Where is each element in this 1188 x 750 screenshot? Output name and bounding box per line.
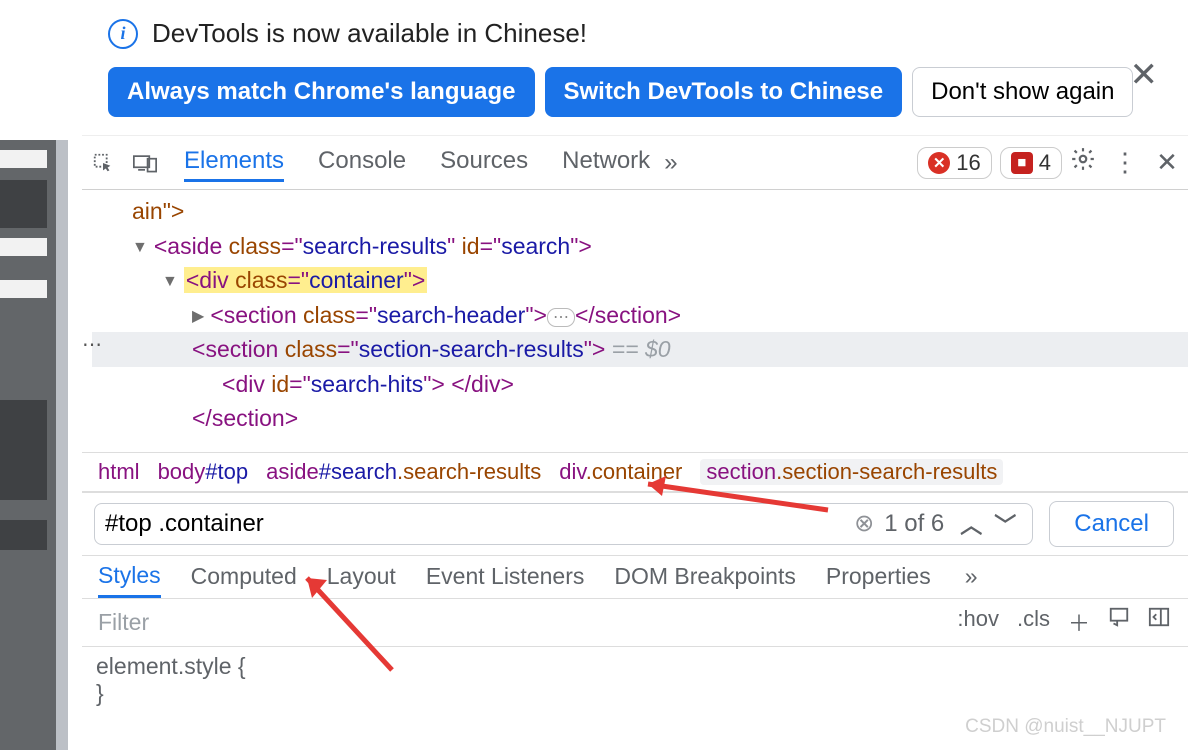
issue-count: 4 (1039, 150, 1051, 176)
inspect-icon[interactable] (82, 152, 124, 174)
toggle-sidebar-icon[interactable] (1148, 606, 1170, 638)
subtab-styles[interactable]: Styles (98, 562, 161, 598)
device-toggle-icon[interactable] (124, 153, 166, 173)
crumb-body[interactable]: body#top (158, 459, 249, 485)
styles-filter-input[interactable] (82, 599, 939, 646)
cls-toggle[interactable]: .cls (1017, 606, 1050, 638)
search-next-icon[interactable]: ﹀ (988, 508, 1022, 540)
close-icon[interactable]: ✕ (1130, 55, 1159, 95)
dom-fragment: ain"> (132, 198, 184, 224)
collapsed-icon[interactable]: ⋯ (547, 308, 575, 327)
style-close-brace: } (96, 680, 1174, 707)
info-icon: i (108, 19, 138, 49)
cancel-button[interactable]: Cancel (1049, 501, 1174, 547)
search-input[interactable] (105, 510, 854, 538)
element-style-block[interactable]: element.style { } (82, 647, 1188, 713)
subtab-event-listeners[interactable]: Event Listeners (426, 563, 585, 596)
search-prev-icon[interactable]: ︿ (954, 508, 988, 540)
dom-node-search-header[interactable]: <section class="search-header">⋯</sectio… (92, 298, 1188, 333)
tab-network[interactable]: Network (562, 143, 650, 182)
crumb-div-container[interactable]: div.container (559, 459, 682, 485)
subtab-properties[interactable]: Properties (826, 563, 931, 596)
styles-subtabs: Styles Computed Layout Event Listeners D… (82, 556, 1188, 599)
tab-sources[interactable]: Sources (440, 143, 528, 182)
issue-icon: ■ (1011, 152, 1033, 174)
dont-show-again-button[interactable]: Don't show again (912, 67, 1133, 117)
new-style-rule-icon[interactable]: ＋ (1068, 606, 1090, 638)
dom-node-container[interactable]: <div class="container"> (92, 263, 1188, 298)
subtabs-overflow-icon[interactable]: » (965, 563, 978, 596)
styles-filter-row: :hov .cls ＋ (82, 599, 1188, 647)
language-notice: i DevTools is now available in Chinese! … (82, 0, 1188, 136)
more-menu-icon[interactable]: ⋮ (1104, 147, 1146, 178)
hov-toggle[interactable]: :hov (957, 606, 999, 638)
settings-icon[interactable] (1062, 146, 1104, 179)
clear-search-icon[interactable]: ⊗ (854, 509, 874, 538)
dom-close-section[interactable]: </section> (92, 401, 1188, 436)
error-icon: ✕ (928, 152, 950, 174)
crumb-section-results[interactable]: section.section-search-results (700, 459, 1003, 485)
dom-tree[interactable]: ain"> <aside class="search-results" id="… (82, 190, 1188, 452)
crumb-aside[interactable]: aside#search.search-results (266, 459, 541, 485)
dom-node-section-search-results[interactable]: <section class="section-search-results">… (92, 332, 1188, 367)
crumb-html[interactable]: html (98, 459, 140, 485)
dom-node-aside[interactable]: <aside class="search-results" id="search… (92, 229, 1188, 264)
switch-language-button[interactable]: Switch DevTools to Chinese (545, 67, 903, 117)
devtools-panel: i DevTools is now available in Chinese! … (82, 0, 1188, 750)
subtab-dom-breakpoints[interactable]: DOM Breakpoints (614, 563, 796, 596)
subtab-computed[interactable]: Computed (191, 563, 297, 596)
selected-indicator: == $0 (605, 336, 670, 362)
dom-node-search-hits[interactable]: <div id="search-hits"> </div> (92, 367, 1188, 402)
error-count: 16 (956, 150, 980, 176)
tabs-overflow-icon[interactable]: » (650, 149, 691, 177)
format-icon[interactable] (1108, 606, 1130, 638)
close-devtools-icon[interactable]: ✕ (1146, 147, 1188, 178)
search-result-count: 1 of 6 (874, 510, 954, 538)
always-match-language-button[interactable]: Always match Chrome's language (108, 67, 535, 117)
devtools-tabbar: Elements Console Sources Network » ✕ 16 ■… (82, 136, 1188, 190)
watermark: CSDN @nuist__NJUPT (965, 716, 1166, 738)
issue-count-pill[interactable]: ■4 (1000, 147, 1062, 179)
notice-message: DevTools is now available in Chinese! (152, 18, 587, 49)
breadcrumb: html body#top aside#search.search-result… (82, 452, 1188, 492)
style-selector: element.style { (96, 653, 1174, 680)
tab-elements[interactable]: Elements (184, 143, 284, 182)
subtab-layout[interactable]: Layout (327, 563, 396, 596)
error-count-pill[interactable]: ✕ 16 (917, 147, 991, 179)
page-background (0, 140, 68, 750)
dom-search-bar: ⊗ 1 of 6 ︿ ﹀ Cancel (82, 492, 1188, 556)
tab-console[interactable]: Console (318, 143, 406, 182)
